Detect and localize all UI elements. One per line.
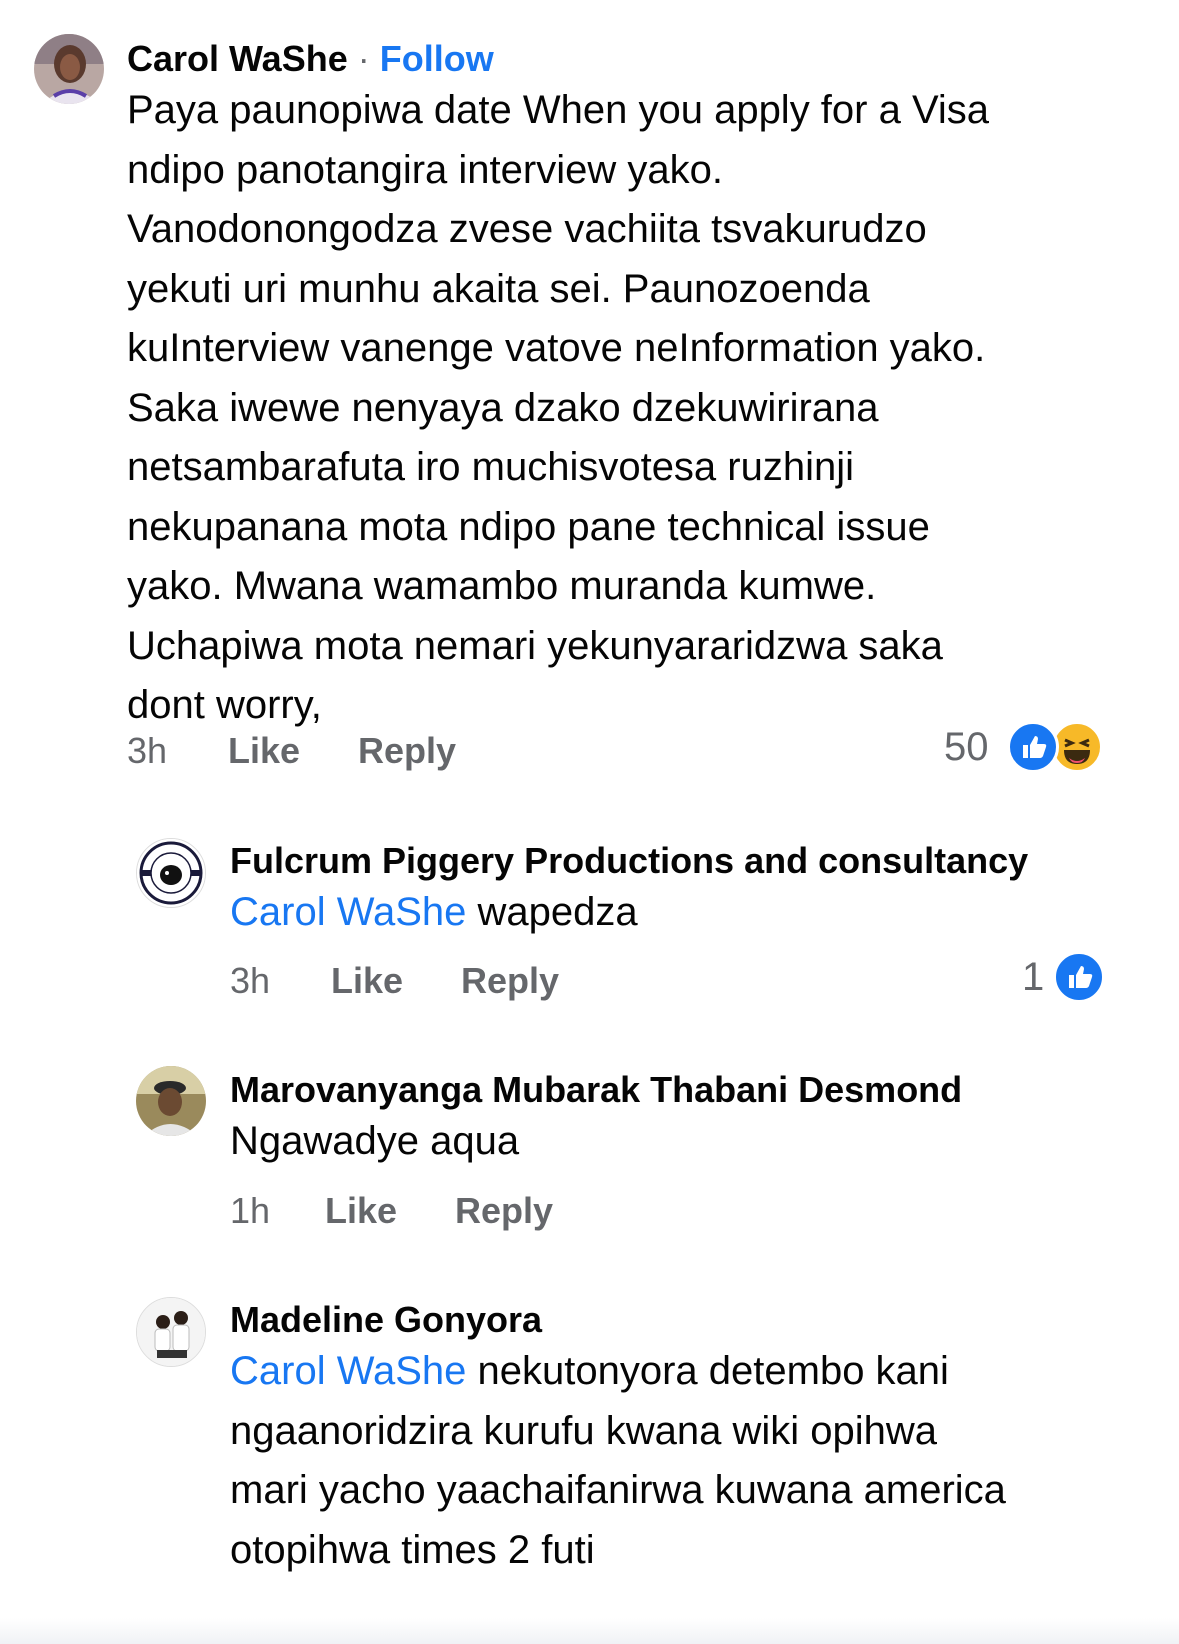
like-icon — [1007, 721, 1059, 773]
avatar-fulcrum[interactable] — [136, 838, 206, 908]
comment-line: Vanodonongodza zvese vachiita tsvakurudz… — [127, 207, 927, 251]
comment-line: Carol WaShe nekutonyora detembo kani — [230, 1342, 1170, 1402]
mention-link[interactable]: Carol WaShe — [230, 1349, 466, 1393]
reaction-count: 1 — [1022, 955, 1045, 999]
reply-body: Carol WaShe wapedza — [230, 883, 638, 943]
reply-text: Ngawadye aqua — [230, 1119, 520, 1163]
comment-line: mari yacho yaachaifanirwa kuwana america — [230, 1468, 1006, 1512]
like-button[interactable]: Like — [325, 1190, 445, 1232]
timestamp[interactable]: 1h — [230, 1190, 315, 1232]
mention-link[interactable]: Carol WaShe — [230, 890, 466, 934]
bottom-edge-fade — [0, 1618, 1179, 1644]
like-button[interactable]: Like — [331, 960, 451, 1002]
comment-line: Saka iwewe nenyaya dzako dzekuwirirana — [127, 385, 879, 430]
reply-author[interactable]: Marovanyanga Mubarak Thabani Desmond — [230, 1069, 962, 1111]
like-icon — [1053, 951, 1105, 1003]
author-name[interactable]: Carol WaShe — [127, 38, 348, 79]
comment-line: nekupanana mota ndipo pane technical iss… — [127, 504, 930, 549]
reply-actions: 3h Like Reply — [230, 960, 559, 1002]
comment-line: Paya paunopiwa date When you apply for a… — [127, 88, 990, 132]
timestamp[interactable]: 3h — [230, 960, 321, 1002]
avatar-carol[interactable] — [34, 34, 104, 104]
reply-body: Carol WaShe nekutonyora detembo kani nga… — [230, 1342, 1170, 1580]
avatar-marovanyanga[interactable] — [136, 1066, 206, 1136]
separator-dot: · — [357, 38, 370, 79]
reply-button[interactable]: Reply — [358, 730, 456, 772]
comment-line: netsambarafuta iro muchisvotesa ruzhinji — [127, 445, 855, 489]
reply-author[interactable]: Fulcrum Piggery Productions and consulta… — [230, 840, 1028, 882]
reply-button[interactable]: Reply — [455, 1190, 553, 1232]
comment-line: yako. Mwana wamambo muranda kumwe. — [127, 564, 877, 608]
reaction-count: 50 — [944, 725, 989, 769]
follow-button[interactable]: Follow — [380, 38, 494, 79]
avatar-madeline[interactable] — [136, 1297, 206, 1367]
reply-text: wapedza — [466, 890, 638, 934]
comment-actions: 3h Like Reply — [127, 730, 456, 772]
reply-button[interactable]: Reply — [461, 960, 559, 1002]
comment-line: yekuti uri munhu akaita sei. Paunozoenda — [127, 266, 870, 311]
comment-line: ndipo panotangira interview yako. — [127, 147, 723, 192]
timestamp[interactable]: 3h — [127, 730, 218, 772]
reply-body: Ngawadye aqua — [230, 1112, 519, 1172]
comment-body: Paya paunopiwa date When you apply for a… — [127, 81, 1127, 736]
like-button[interactable]: Like — [228, 730, 348, 772]
comment-line: ngaanoridzira kurufu kwana wiki opihwa — [230, 1408, 938, 1453]
reply-text: nekutonyora detembo kani — [466, 1349, 949, 1393]
reply-author[interactable]: Madeline Gonyora — [230, 1299, 542, 1341]
comment-line: otopihwa times 2 futi — [230, 1527, 595, 1572]
reply-actions: 1h Like Reply — [230, 1190, 553, 1232]
comment-line: kuInterview vanenge vatove neInformation… — [127, 326, 986, 370]
comment-line: Uchapiwa mota nemari yekunyararidzwa sak… — [127, 623, 943, 668]
comment-author-line: Carol WaShe · Follow — [127, 38, 494, 80]
